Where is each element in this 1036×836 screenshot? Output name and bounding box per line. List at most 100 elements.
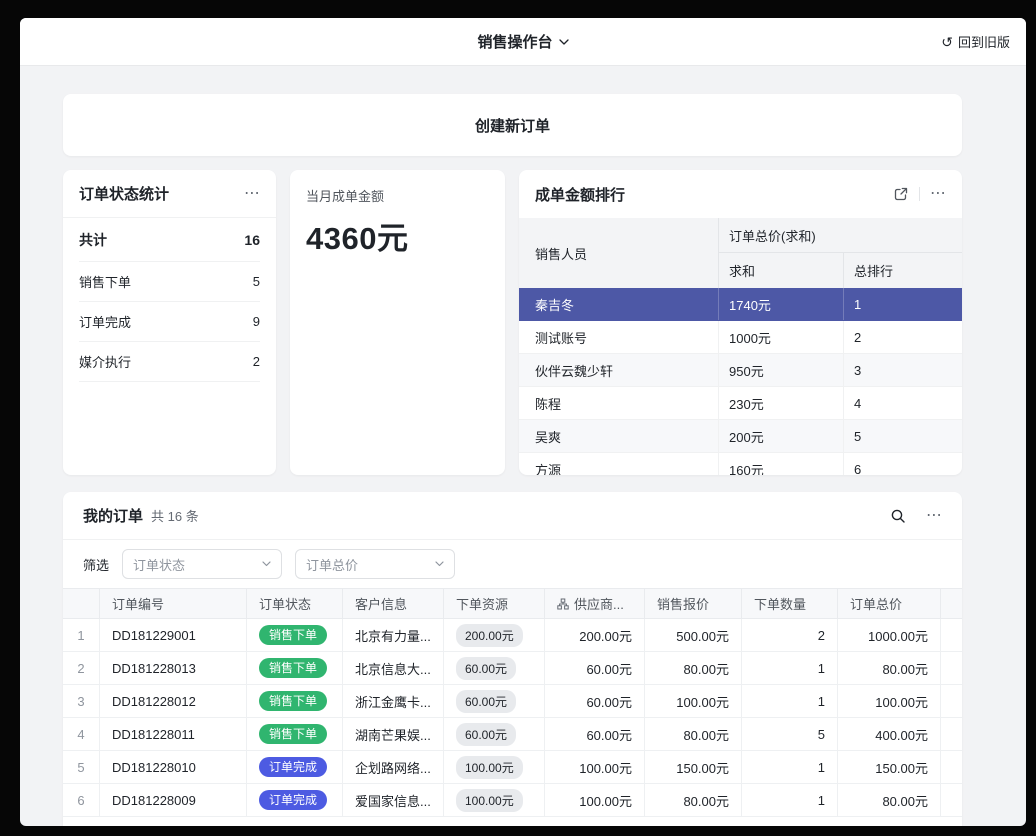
resource-tag: 200.00元 — [456, 624, 523, 647]
ranking-title: 成单金额排行 — [535, 184, 625, 205]
status-row-media[interactable]: 媒介执行 2 — [79, 342, 260, 382]
ranking-sum: 1740元 — [719, 288, 844, 320]
order-total: 80.00元 — [838, 652, 941, 685]
create-order-button[interactable]: 创建新订单 — [63, 94, 962, 156]
status-label: 销售下单 — [79, 272, 131, 291]
order-total: 80.00元 — [838, 784, 941, 817]
more-menu-icon[interactable]: ⋯ — [930, 186, 946, 202]
status-badge: 销售下单 — [259, 658, 327, 678]
row-index: 1 — [63, 619, 100, 652]
filter-label: 筛选 — [83, 555, 109, 574]
my-orders-actions: ⋯ — [890, 508, 942, 524]
status-badge: 销售下单 — [259, 724, 327, 744]
ranking-col-sum: 求和 — [719, 253, 844, 288]
ranking-row[interactable]: 吴爽 200元 5 — [519, 420, 962, 453]
supplier-price: 60.00元 — [545, 685, 645, 718]
export-icon[interactable] — [893, 186, 909, 202]
status-value: 5 — [253, 274, 260, 289]
quantity: 5 — [742, 718, 838, 751]
ranking-header: 成单金额排行 ⋯ — [519, 170, 962, 218]
monthly-amount-label: 当月成单金额 — [306, 186, 489, 205]
filler-cell — [941, 718, 962, 751]
supplier-price: 100.00元 — [545, 784, 645, 817]
ranking-table-header: 销售人员 订单总价(求和) 求和 总排行 — [519, 218, 962, 288]
chevron-down-icon — [435, 561, 444, 567]
col-status: 订单状态 — [247, 589, 343, 619]
my-orders-title: 我的订单 — [83, 505, 143, 526]
status-row-sales[interactable]: 销售下单 5 — [79, 262, 260, 302]
my-orders-count: 共 16 条 — [151, 506, 199, 525]
col-total: 订单总价 — [838, 589, 941, 619]
ranking-row[interactable]: 伙伴云魏少轩 950元 3 — [519, 354, 962, 387]
sales-price: 500.00元 — [645, 619, 742, 652]
ranking-row[interactable]: 测试账号 1000元 2 — [519, 321, 962, 354]
workspace-switcher[interactable]: 销售操作台 — [477, 31, 568, 52]
order-row[interactable]: 6 DD181228009 订单完成 爱国家信息... 100.00元 100.… — [63, 784, 962, 817]
quantity: 1 — [742, 751, 838, 784]
monthly-amount-card: 当月成单金额 4360元 — [290, 170, 505, 475]
order-no: DD181228009 — [100, 784, 247, 817]
order-row[interactable]: 2 DD181228013 销售下单 北京信息大... 60.00元 60.00… — [63, 652, 962, 685]
dashboard-cards-row: 订单状态统计 ⋯ 共计 16 销售下单 5 订单完成 — [63, 170, 962, 475]
ranking-col-person: 销售人员 — [519, 218, 719, 288]
ranking-rank: 5 — [844, 420, 962, 452]
row-index: 5 — [63, 751, 100, 784]
ranking-table-body: 秦吉冬 1740元 1 测试账号 1000元 2 伙伴云魏少轩 950元 — [519, 288, 962, 475]
orders-table-header: 订单编号 订单状态 客户信息 下单资源 供应商... 销售报价 下单数量 订单总… — [63, 588, 962, 619]
ranking-rank: 1 — [844, 288, 962, 320]
more-menu-icon[interactable]: ⋯ — [244, 186, 260, 202]
main-content: 创建新订单 订单状态统计 ⋯ 共计 16 销售下单 — [20, 66, 1026, 826]
col-index — [63, 589, 100, 619]
ranking-name: 伙伴云魏少轩 — [519, 354, 719, 386]
col-order-no: 订单编号 — [100, 589, 247, 619]
status-badge: 销售下单 — [259, 625, 327, 645]
order-total: 400.00元 — [838, 718, 941, 751]
status-value: 16 — [244, 232, 260, 248]
order-no: DD181228011 — [100, 718, 247, 751]
col-qty: 下单数量 — [742, 589, 838, 619]
order-status-list: 共计 16 销售下单 5 订单完成 9 媒介执行 — [63, 218, 276, 382]
status-value: 2 — [253, 354, 260, 369]
ranking-rank: 3 — [844, 354, 962, 386]
customer: 浙江金鹰卡... — [343, 685, 444, 718]
status-row-complete[interactable]: 订单完成 9 — [79, 302, 260, 342]
ranking-row[interactable]: 秦吉冬 1740元 1 — [519, 288, 962, 321]
order-total-filter-select[interactable]: 订单总价 — [295, 549, 455, 579]
col-resource: 下单资源 — [444, 589, 545, 619]
order-status-filter-select[interactable]: 订单状态 — [122, 549, 282, 579]
customer: 爱国家信息... — [343, 784, 444, 817]
ranking-col-rank: 总排行 — [844, 253, 962, 288]
col-price: 销售报价 — [645, 589, 742, 619]
create-order-label: 创建新订单 — [475, 115, 550, 136]
filter-bar: 筛选 订单状态 订单总价 — [63, 540, 962, 588]
order-no: DD181228012 — [100, 685, 247, 718]
order-row[interactable]: 5 DD181228010 订单完成 企划路网络... 100.00元 100.… — [63, 751, 962, 784]
customer: 北京信息大... — [343, 652, 444, 685]
monthly-amount-value: 4360元 — [306, 213, 489, 258]
ranking-col-group: 订单总价(求和) — [719, 218, 962, 253]
order-row[interactable]: 4 DD181228011 销售下单 湖南芒果娱... 60.00元 60.00… — [63, 718, 962, 751]
resource-tag: 60.00元 — [456, 723, 516, 746]
ranking-rank: 4 — [844, 387, 962, 419]
ranking-row[interactable]: 陈程 230元 4 — [519, 387, 962, 420]
sales-price: 100.00元 — [645, 685, 742, 718]
sales-price: 80.00元 — [645, 718, 742, 751]
ranking-rank: 6 — [844, 453, 962, 475]
order-row[interactable]: 3 DD181228012 销售下单 浙江金鹰卡... 60.00元 60.00… — [63, 685, 962, 718]
sales-price: 80.00元 — [645, 784, 742, 817]
order-status-stats-card: 订单状态统计 ⋯ 共计 16 销售下单 5 订单完成 — [63, 170, 276, 475]
ranking-row[interactable]: 方源 160元 6 — [519, 453, 962, 475]
order-row[interactable]: 1 DD181229001 销售下单 北京有力量... 200.00元 200.… — [63, 619, 962, 652]
order-no: DD181228010 — [100, 751, 247, 784]
filler-cell — [941, 652, 962, 685]
back-to-old-version-link[interactable]: ↺ 回到旧版 — [941, 18, 1010, 65]
status-badge: 订单完成 — [259, 757, 327, 777]
chevron-down-icon — [262, 561, 271, 567]
chevron-down-icon — [559, 39, 569, 45]
more-menu-icon[interactable]: ⋯ — [926, 508, 942, 524]
resource-tag: 60.00元 — [456, 657, 516, 680]
status-row-total[interactable]: 共计 16 — [79, 218, 260, 262]
search-icon[interactable] — [890, 508, 906, 524]
row-index: 2 — [63, 652, 100, 685]
supplier-price: 60.00元 — [545, 718, 645, 751]
